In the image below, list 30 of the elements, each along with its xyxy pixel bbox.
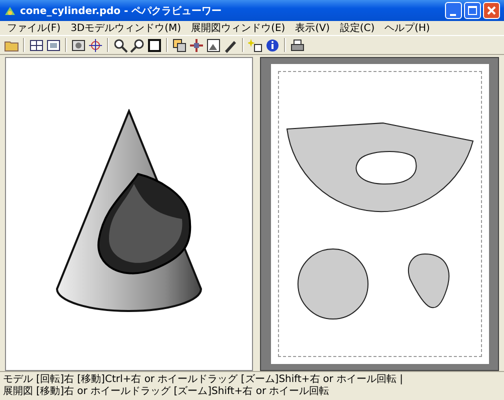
menu-item[interactable]: ファイル(F) xyxy=(2,22,66,34)
layers-icon[interactable] xyxy=(172,38,187,52)
maximize-icon xyxy=(468,6,477,15)
window-icon[interactable] xyxy=(46,38,61,52)
minimize-icon xyxy=(450,14,456,16)
status-text: 展開図 [移動]右 or ホイールドラッグ [ズーム]Shift+右 or ホイール回転 xyxy=(3,386,330,398)
menu-item[interactable]: 表示(V) xyxy=(290,22,335,34)
minimize-button[interactable] xyxy=(445,2,462,19)
menu-item[interactable]: 展開図ウィンドウ(E) xyxy=(186,22,290,34)
menu-item[interactable]: ヘルプ(H) xyxy=(380,22,435,34)
model-view[interactable] xyxy=(5,57,253,371)
window-layout-icon[interactable] xyxy=(29,38,44,52)
target-icon[interactable] xyxy=(88,38,103,52)
square-icon[interactable] xyxy=(147,38,162,52)
close-button[interactable] xyxy=(483,2,500,19)
menu-item[interactable]: 3Dモデルウィンドウ(M) xyxy=(66,22,186,34)
app-icon xyxy=(4,4,16,16)
sparkle-icon[interactable] xyxy=(248,38,263,52)
status-text: モデル [回転]右 [移動]Ctrl+右 or ホイールドラッグ [ズーム]Shift+右 or ホイール回転 | xyxy=(3,374,404,386)
menu-item[interactable]: 設定(C) xyxy=(334,22,380,34)
image-icon[interactable] xyxy=(71,38,86,52)
close-icon xyxy=(487,6,496,15)
zoom-in-icon[interactable] xyxy=(113,38,128,52)
maximize-button[interactable] xyxy=(464,2,481,19)
picture-icon[interactable] xyxy=(206,38,221,52)
info-icon[interactable] xyxy=(265,38,280,52)
cross-icon[interactable] xyxy=(189,38,204,52)
printer-icon[interactable] xyxy=(290,38,305,52)
window-title: cone_cylinder.pdo - ペパクラビューワー xyxy=(20,4,223,18)
zoom-out-icon[interactable] xyxy=(130,38,145,52)
